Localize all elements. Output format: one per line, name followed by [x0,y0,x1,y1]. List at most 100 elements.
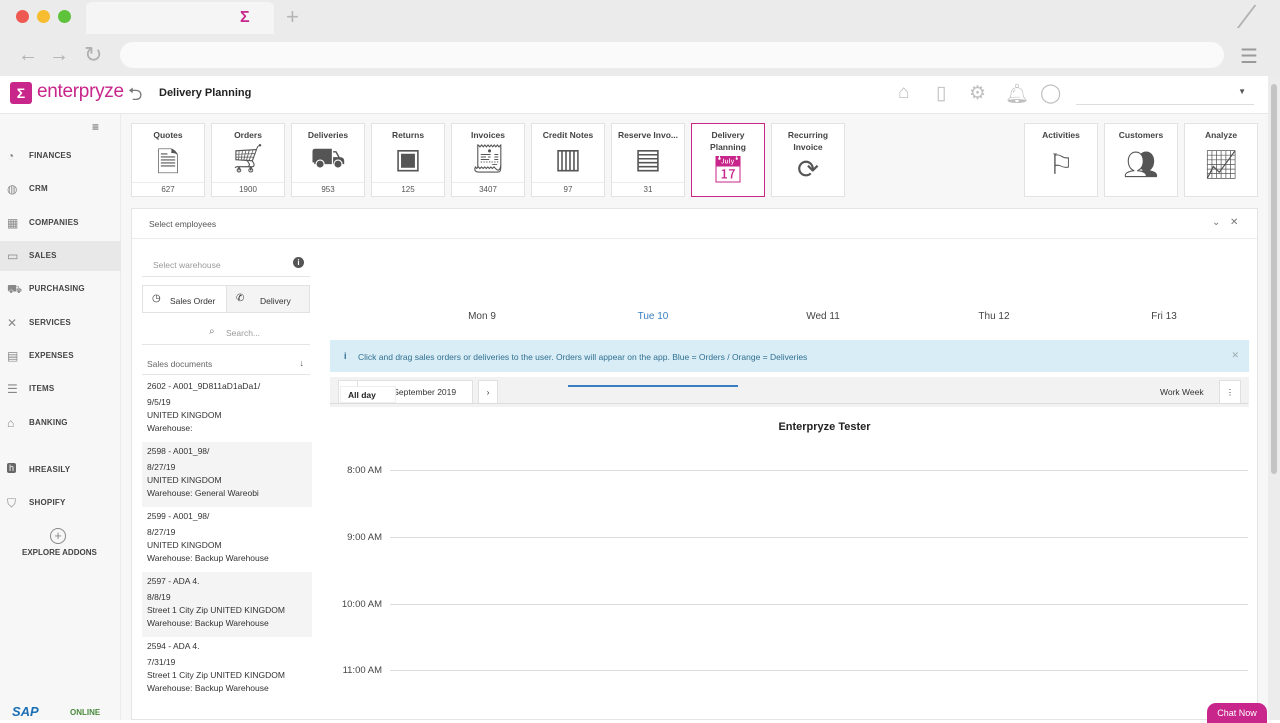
sidebar-item-label: EXPENSES [29,351,74,360]
close-icon[interactable]: ✕ [1231,350,1239,361]
gear-icon[interactable]: ⚙ [969,82,986,105]
next-week-button[interactable]: › [478,380,498,404]
sidebar-item-hreasily[interactable]: h HREASILY [0,455,121,485]
doc-address: Street 1 City Zip UNITED KINGDOM [147,670,285,680]
flag-icon: ⚐ [1048,149,1074,180]
tile-analyze[interactable]: Analyze 📈︎ [1184,123,1258,197]
sidebar-item-companies[interactable]: ▦ COMPANIES [0,208,121,238]
chevron-down-icon[interactable]: ⌄ [1212,217,1220,228]
tile-reserve-invoice[interactable]: Reserve Invo... ▤ 31 [611,123,685,197]
sidebar-item-shopify[interactable]: ⛉ SHOPIFY [0,488,121,518]
bank-icon: ⌂ [7,416,15,430]
home-icon[interactable]: ⌂ [898,82,909,104]
day-header[interactable]: Fri 13 [1079,311,1249,322]
day-header[interactable]: Wed 11 [738,311,908,322]
tile-label: Customers [1118,130,1164,140]
more-options-button[interactable]: ⋮ [1219,380,1241,404]
hreasily-icon: h [7,463,17,473]
chat-now-button[interactable]: Chat Now [1207,703,1267,723]
mobile-icon[interactable]: ▯ [936,82,946,105]
hour-label: 11:00 AM [342,665,382,676]
menu-toggle-icon[interactable]: ≡ [92,120,99,134]
sap-online-label: ONLINE [70,708,101,717]
sidebar-item-finances[interactable]: ◔ FINANCES [0,141,121,171]
brand-name[interactable]: enterpryze [37,81,124,103]
reserve-invoice-icon: ▤ [634,143,662,174]
explore-addons-link[interactable]: EXPLORE ADDONS [22,548,97,557]
delivery-toggle[interactable]: ✆ Delivery [226,285,310,313]
piggy-bank-icon: ◔ [7,149,15,163]
sidebar-item-expenses[interactable]: ▤ EXPENSES [0,341,121,371]
tile-label: Deliveries [307,130,349,140]
scrollbar-thumb[interactable] [1271,84,1277,474]
tile-deliveries[interactable]: Deliveries ⛟ 953 [291,123,365,197]
doc-address: UNITED KINGDOM [147,540,222,550]
sort-arrow-icon[interactable]: ↓ [300,358,305,368]
list-item[interactable]: 2597 - ADA 4. 8/8/19 Street 1 City Zip U… [142,572,312,637]
address-bar[interactable] [120,42,1224,68]
sales-documents-header[interactable]: Sales documents ↓ [142,353,310,375]
calendar-owner: Enterpryze Tester [778,421,871,433]
tile-credit-notes[interactable]: Credit Notes ▥ 97 [531,123,605,197]
close-icon[interactable]: ✕ [1230,217,1238,228]
minimize-window-button[interactable] [37,10,50,23]
list-item[interactable]: 2602 - A001_9D811aD1aDa1/ 9/5/19 UNITED … [142,377,312,442]
new-tab-button[interactable]: + [286,4,299,30]
sidebar-item-items[interactable]: ☰ ITEMS [0,374,121,404]
warehouse-select[interactable]: Select warehouse i [142,251,310,277]
select-employees-bar[interactable]: Select employees ⌄ ✕ [132,209,1257,239]
user-icon[interactable]: ◯ [1040,82,1061,105]
browser-menu-button[interactable]: ☰ [1240,44,1258,69]
reload-button[interactable]: ↻ [84,42,102,68]
sidebar-item-purchasing[interactable]: ⛟ PURCHASING [0,274,121,304]
sidebar-item-banking[interactable]: ⌂ BANKING [0,408,121,438]
sales-order-toggle[interactable]: ◷ Sales Order [142,285,227,313]
tile-label: Returns [391,130,425,140]
info-text: Click and drag sales orders or deliverie… [358,352,808,362]
forward-button[interactable]: → [49,44,69,67]
tile-count: 627 [132,182,204,196]
view-selector[interactable]: Work Week [1160,387,1204,397]
phone-icon: ✆ [236,293,245,304]
tile-customers[interactable]: Customers 👥︎ [1104,123,1178,197]
sidebar-item-label: SERVICES [29,318,71,327]
tile-label: Credit Notes [542,130,594,140]
maximize-window-button[interactable] [58,10,71,23]
tile-returns[interactable]: Returns ▣ 125 [371,123,445,197]
list-item[interactable]: 2598 - A001_98/ 8/27/19 UNITED KINGDOM W… [142,442,312,507]
tile-count: 953 [292,182,364,196]
day-header[interactable]: Thu 12 [909,311,1079,322]
sidebar-item-sales[interactable]: ▭ SALES [0,241,121,271]
sidebar-item-label: CRM [29,184,48,193]
sales-documents-label: Sales documents [147,359,213,369]
day-header[interactable]: Mon 9 [397,311,567,322]
sidebar-item-crm[interactable]: ◍ CRM [0,174,121,204]
brand-logo-icon[interactable]: Σ [10,82,32,104]
receipt-icon: ▤ [7,349,19,363]
hour-label: 9:00 AM [347,532,382,543]
back-button[interactable]: ← [18,44,38,67]
company-dropdown[interactable]: ▼ [1076,81,1254,105]
tile-quotes[interactable]: Quotes 🗎︎ 627 [131,123,205,197]
close-window-button[interactable] [16,10,29,23]
back-arrow-icon[interactable]: ⮌ [128,82,142,112]
sidebar-item-services[interactable]: ✕ SERVICES [0,308,121,338]
bell-icon[interactable]: 🔔︎ [1005,82,1029,106]
tile-count: 1900 [212,182,284,196]
day-header[interactable]: Tue 10 [568,311,738,322]
info-icon[interactable]: i [293,257,304,268]
tile-delivery-planning[interactable]: Delivery Planning 📅︎ [691,123,765,197]
page-scrollbar[interactable] [1268,76,1280,720]
doc-address: UNITED KINGDOM [147,475,222,485]
list-item[interactable]: 2599 - A001_98/ 8/27/19 UNITED KINGDOM W… [142,507,312,572]
add-circle-icon[interactable]: + [50,528,66,544]
tile-activities[interactable]: Activities ⚐ [1024,123,1098,197]
tile-recurring-invoice[interactable]: Recurring Invoice ⟳ [771,123,845,197]
tile-invoices[interactable]: Invoices 🧾︎ 3407 [451,123,525,197]
search-input[interactable]: ⌕ Search... [142,319,310,345]
tile-orders[interactable]: Orders 🛒︎ 1900 [211,123,285,197]
invoice-icon: 🧾︎ [470,143,506,174]
list-item[interactable]: 2594 - ADA 4. 7/31/19 Street 1 City Zip … [142,637,312,702]
sidebar-item-label: BANKING [29,418,68,427]
box-return-icon: ▣ [394,143,422,174]
